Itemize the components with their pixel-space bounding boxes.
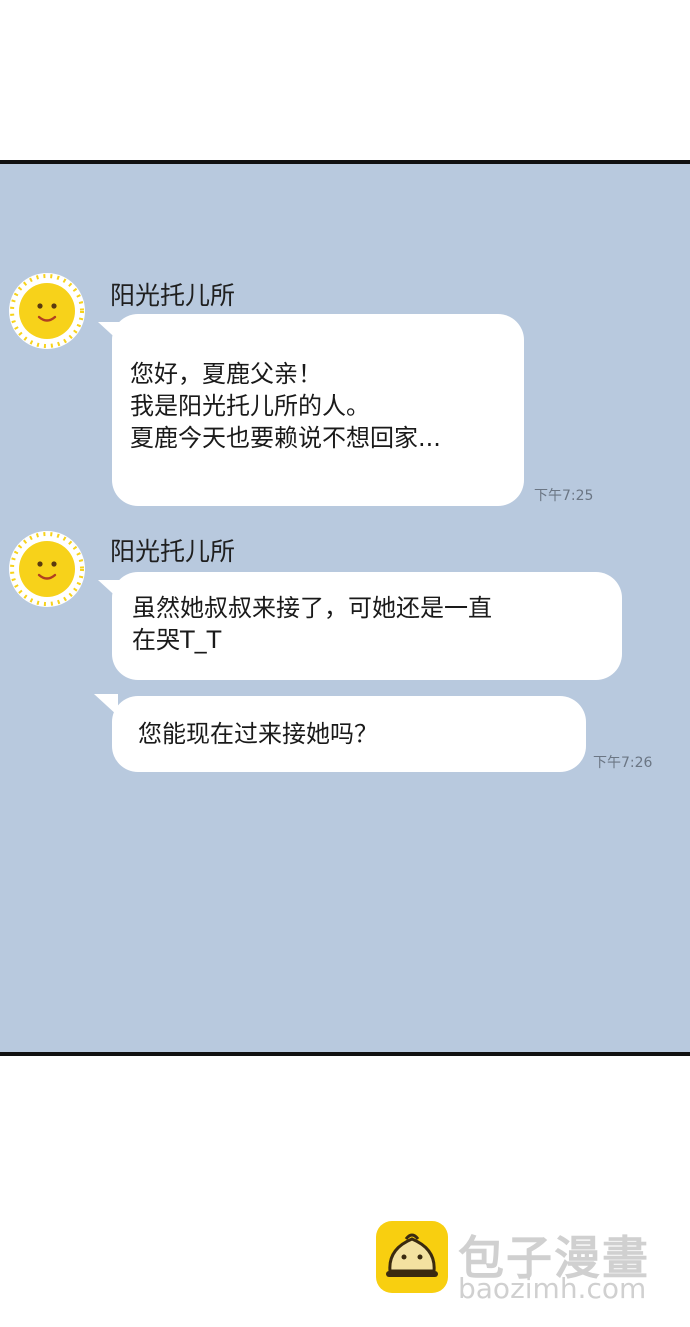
sender-name: 阳光托儿所 — [110, 537, 236, 566]
sun-avatar-icon[interactable] — [8, 272, 86, 350]
message-bubble[interactable]: 您好，夏鹿父亲！ 我是阳光托儿所的人。 夏鹿今天也要赖说不想回家... — [98, 314, 524, 506]
message-bubble[interactable]: 虽然她叔叔来接了，可她还是一直 在哭T_T — [98, 572, 622, 680]
bubble-tail — [98, 580, 122, 602]
message-timestamp: 下午7:26 — [593, 755, 653, 771]
bun-logo-icon — [376, 1221, 448, 1293]
message-text: 我是阳光托儿所的人。 — [130, 392, 370, 420]
message-timestamp: 下午7:25 — [534, 488, 594, 504]
message-text: 虽然她叔叔来接了，可她还是一直 — [132, 594, 492, 622]
bubble-tail — [98, 322, 122, 344]
message-text: 您好，夏鹿父亲！ — [130, 360, 322, 388]
sun-avatar-icon[interactable] — [8, 530, 86, 608]
watermark-site: baozimh.com — [458, 1272, 647, 1305]
sender-name: 阳光托儿所 — [110, 281, 236, 310]
message-text: 您能现在过来接她吗？ — [138, 720, 378, 748]
message-text: 夏鹿今天也要赖说不想回家... — [130, 424, 441, 452]
message-bubble[interactable]: 您能现在过来接她吗？ — [94, 694, 586, 772]
message-text: 在哭T_T — [132, 626, 222, 654]
bubble-tail — [94, 694, 118, 716]
